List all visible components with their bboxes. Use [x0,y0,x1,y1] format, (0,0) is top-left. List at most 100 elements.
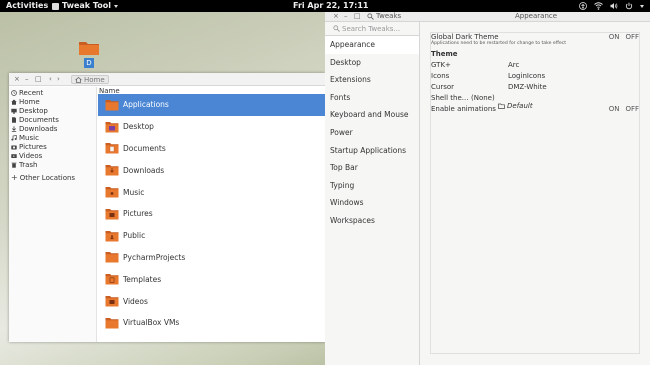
list-item[interactable]: Public [98,225,325,247]
search-input[interactable]: Search Tweaks... [325,22,420,36]
nav-item-desktop[interactable]: Desktop [325,54,419,72]
folder-icon [79,42,99,55]
folder-icon [105,273,119,285]
animations-switch[interactable]: ON OFF [609,105,639,113]
nav-item-startup-applications[interactable]: Startup Applications [325,142,419,160]
list-item[interactable]: Pictures [98,203,325,225]
list-item[interactable]: Music [98,181,325,203]
breadcrumb[interactable]: Home [71,75,109,84]
setting-label: Shell the... [431,94,469,102]
back-icon[interactable]: ‹ [49,75,52,83]
list-item[interactable]: Videos [98,290,325,312]
top-bar: Activities Tweak Tool Fri Apr 22, 17:11 [0,0,650,12]
sidebar-item-videos[interactable]: Videos [9,151,96,160]
sidebar-item-home[interactable]: Home [9,97,96,106]
folder-icon [105,121,119,133]
nav-item-workspaces[interactable]: Workspaces [325,212,419,230]
sidebar-item-label: Documents [19,115,59,124]
nav-item-typing[interactable]: Typing [325,177,419,195]
search-toggle[interactable]: Tweaks [367,12,401,20]
dark-theme-switch[interactable]: ON OFF [609,33,639,41]
list-item[interactable]: Documents [98,138,325,160]
folder-icon [105,99,119,111]
sidebar-item-other-locations[interactable]: + Other Locations [9,173,96,182]
theme-selector[interactable]: Arc [508,61,519,69]
setting-label: GTK+ [431,61,451,69]
sidebar-item-downloads[interactable]: Downloads [9,124,96,133]
home-icon [75,76,82,83]
nav-item-appearance[interactable]: Appearance [325,36,419,54]
maximize-icon[interactable]: □ [35,75,42,83]
close-icon[interactable]: × [14,75,20,83]
system-tray[interactable] [579,0,644,12]
forward-icon[interactable]: › [57,75,60,83]
nav-item-extensions[interactable]: Extensions [325,71,419,89]
search-placeholder: Search Tweaks... [342,24,401,33]
clock[interactable]: Fri Apr 22, 17:11 [293,0,369,12]
search-icon [333,25,340,32]
nav-item-windows[interactable]: Windows [325,194,419,212]
list-item[interactable]: Downloads [98,159,325,181]
chevron-down-icon [640,4,644,8]
maximize-icon[interactable]: □ [354,12,361,20]
files-sidebar: Recent Home Desktop Documents Downloads Music… [9,87,97,342]
video-icon [11,153,17,159]
list-item-label: Public [123,231,146,241]
plus-icon: + [11,173,18,182]
desktop-icon [11,108,17,114]
sidebar-item-label: Downloads [19,124,58,133]
list-item[interactable]: Templates [98,268,325,290]
setting-theme-icons: Icons LoginIcons [431,72,641,80]
theme-selector[interactable]: DMZ-White [508,83,547,91]
minimize-icon[interactable]: – [344,12,348,20]
list-item[interactable]: Desktop [98,116,325,138]
sidebar-item-documents[interactable]: Documents [9,115,96,124]
sidebar-item-trash[interactable]: Trash [9,160,96,169]
theme-heading: Theme [431,50,458,58]
folder-icon [105,208,119,220]
sidebar-item-label: Trash [19,160,38,169]
sidebar-item-pictures[interactable]: Pictures [9,142,96,151]
list-item[interactable]: VirtualBox VMs [98,312,325,334]
theme-selector[interactable]: LoginIcons [508,72,545,80]
activities-button[interactable]: Activities [6,0,48,12]
files-window: × – □ ‹ › Home Recent Home Desktop Document… [9,73,325,342]
folder-icon [105,295,119,307]
sidebar-item-recent[interactable]: Recent [9,88,96,97]
nav-item-keyboard-and-mouse[interactable]: Keyboard and Mouse [325,106,419,124]
minimize-icon[interactable]: – [25,75,29,83]
camera-icon [11,144,17,150]
nav-item-fonts[interactable]: Fonts [325,89,419,107]
setting-theme-gtk: GTK+ Arc [431,61,641,69]
download-icon [11,125,17,132]
folder-icon [105,251,119,263]
switch-off-label: OFF [625,105,639,113]
list-item-label: Documents [123,143,166,153]
list-item-label: Pictures [123,209,153,219]
list-item[interactable]: Applications [98,94,325,116]
tweaks-nav: Appearance Desktop Extensions Fonts Keyboard… [325,36,420,365]
folder-icon [105,142,119,154]
setting-label: Icons [431,72,450,80]
sidebar-item-music[interactable]: Music [9,133,96,142]
nav-item-top-bar[interactable]: Top Bar [325,159,419,177]
list-item[interactable]: PycharmProjects [98,247,325,269]
close-icon[interactable]: × [333,12,339,20]
list-item-label: PycharmProjects [123,252,186,262]
setting-animations: Enable animations ON OFF [431,105,641,113]
nav-item-power[interactable]: Power [325,124,419,142]
search-icon [367,12,374,20]
trash-icon [11,162,17,168]
switch-off-label: OFF [625,33,639,41]
list-item-label: VirtualBox VMs [123,318,180,328]
breadcrumb-home[interactable]: Home [84,76,105,84]
app-menu-label: Tweak Tool [62,1,112,10]
sidebar-item-label: Music [19,133,39,142]
list-item-label: Applications [123,100,169,110]
sidebar-item-desktop[interactable]: Desktop [9,106,96,115]
app-menu[interactable]: Tweak Tool [52,0,119,12]
list-item-label: Desktop [123,122,154,132]
desktop-folder-shortcut[interactable]: D [78,40,102,68]
chevron-down-icon [114,4,119,8]
setting-note: Applications need to be restarted for ch… [431,41,567,46]
